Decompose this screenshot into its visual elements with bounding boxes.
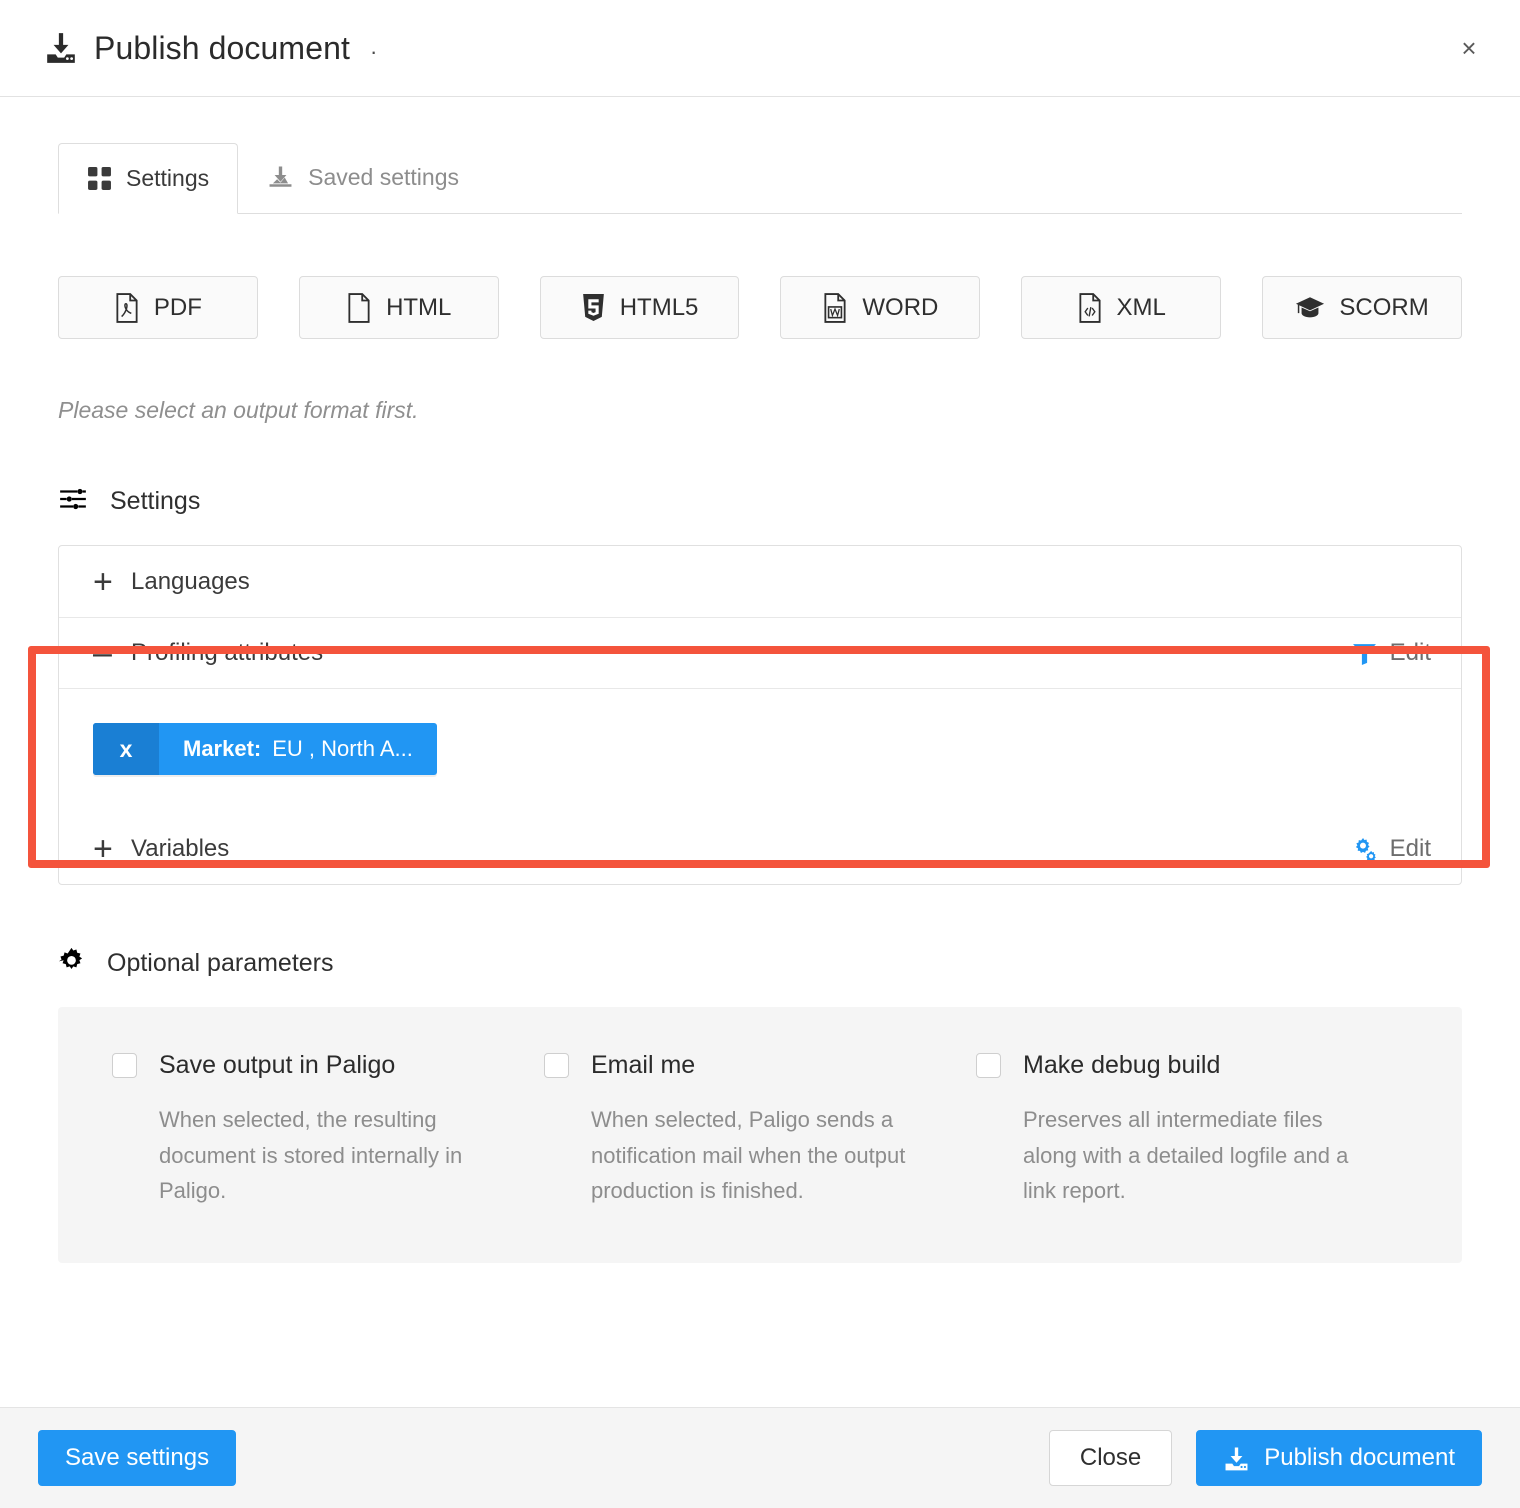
format-button-word-label: WORD	[862, 293, 939, 321]
optional-parameter-save-output-description: When selected, the resulting document is…	[159, 1107, 463, 1204]
format-button-pdf[interactable]: PDF	[58, 276, 258, 339]
format-button-scorm[interactable]: SCORM	[1262, 276, 1462, 339]
accordion-row-variables-label: Variables	[131, 834, 230, 862]
format-button-scorm-label: SCORM	[1339, 293, 1429, 321]
settings-section-header: Settings	[58, 486, 1462, 517]
dialog-footer: Save settings Close Publish document	[0, 1407, 1520, 1508]
profiling-tag-market[interactable]: x Market: EU , North A...	[93, 723, 437, 775]
publish-document-button-label: Publish document	[1264, 1444, 1455, 1471]
accordion-row-languages[interactable]: + Languages	[59, 546, 1461, 617]
format-button-html5[interactable]: HTML5	[539, 276, 740, 339]
checkbox-save-output-in-paligo-label: Save output in Paligo	[159, 1051, 396, 1079]
html5-shield-icon	[581, 293, 606, 322]
save-settings-button[interactable]: Save settings	[38, 1430, 237, 1486]
publish-download-icon	[1223, 1445, 1250, 1472]
accordion-row-variables[interactable]: + Variables Edit	[59, 813, 1461, 884]
optional-parameter-email-me-row: Email me	[544, 1051, 936, 1080]
checkbox-email-me[interactable]	[544, 1053, 569, 1078]
checkbox-make-debug-build-label: Make debug build	[1023, 1051, 1221, 1079]
page-title: Publish document	[94, 29, 350, 66]
settings-accordion: + Languages – Profiling attributes Edit	[58, 545, 1462, 885]
format-button-pdf-label: PDF	[153, 293, 202, 321]
profiling-tag-market-body: Market: EU , North A...	[159, 723, 437, 775]
edit-profiling-attributes-label: Edit	[1389, 639, 1431, 666]
footer-right-actions: Close Publish document	[1048, 1430, 1482, 1486]
checkbox-email-me-label: Email me	[591, 1051, 696, 1079]
format-button-html[interactable]: HTML	[298, 276, 499, 339]
optional-parameter-debug-build-row: Make debug build	[976, 1051, 1368, 1080]
edit-variables-label: Edit	[1389, 834, 1431, 862]
optional-parameter-debug-build-description: Preserves all intermediate files along w…	[1023, 1107, 1349, 1204]
accordion-row-languages-label: Languages	[131, 567, 250, 595]
word-file-icon	[822, 292, 848, 323]
optional-parameters-panel: Save output in Paligo When selected, the…	[58, 1007, 1462, 1263]
publish-document-button[interactable]: Publish document	[1196, 1430, 1482, 1486]
graduation-cap-icon	[1295, 295, 1325, 320]
edit-profiling-attributes-button[interactable]: Edit	[1352, 639, 1431, 667]
optional-parameter-email-me-description: When selected, Paligo sends a notificati…	[591, 1107, 906, 1204]
format-button-html5-label: HTML5	[619, 293, 699, 321]
profiling-tag-market-key: Market:	[183, 736, 262, 761]
pdf-file-icon	[114, 292, 140, 323]
minus-icon: –	[93, 634, 112, 672]
tab-settings[interactable]: Settings	[58, 143, 239, 214]
optional-parameter-debug-build: Make debug build Preserves all intermedi…	[976, 1051, 1408, 1209]
close-button[interactable]: Close	[1048, 1430, 1173, 1486]
tab-bar: Settings Saved settings	[58, 143, 1462, 214]
cogs-icon	[1352, 837, 1377, 860]
dialog-title-group: Publish document ·	[44, 30, 377, 67]
profiling-attributes-panel: x Market: EU , North A...	[59, 688, 1461, 813]
checkbox-save-output-in-paligo[interactable]	[112, 1053, 137, 1078]
xml-file-icon	[1077, 292, 1103, 323]
output-format-buttons: PDF HTML HTML5 WORD XML SCORM	[58, 276, 1462, 339]
saved-download-icon	[267, 164, 294, 191]
plus-icon: +	[93, 829, 113, 868]
format-button-html-label: HTML	[386, 293, 452, 321]
close-icon[interactable]: ×	[1452, 31, 1486, 65]
html-file-icon	[346, 292, 372, 323]
plus-icon: +	[93, 562, 113, 601]
edit-variables-button[interactable]: Edit	[1352, 835, 1431, 863]
output-format-hint: Please select an output format first.	[58, 397, 419, 423]
filter-funnel-icon	[1352, 642, 1377, 665]
grid-squares-icon	[87, 166, 112, 191]
gear-icon	[58, 947, 85, 979]
tab-saved-settings-label: Saved settings	[308, 164, 459, 190]
accordion-row-profiling-attributes-label: Profiling attributes	[131, 639, 324, 666]
optional-parameter-email-me: Email me When selected, Paligo sends a n…	[544, 1051, 976, 1209]
dialog-body: Settings Saved settings PDF HTML HTML5 W…	[0, 143, 1520, 1453]
publish-download-icon	[44, 31, 78, 65]
page-title-suffix: ·	[369, 39, 378, 64]
format-button-xml[interactable]: XML	[1021, 276, 1222, 339]
format-button-word[interactable]: WORD	[780, 276, 981, 339]
optional-parameters-title: Optional parameters	[107, 948, 334, 977]
settings-section-title: Settings	[110, 487, 201, 515]
publish-document-dialog: Publish document · × Settings Saved sett…	[0, 0, 1520, 1508]
dialog-header: Publish document · ×	[0, 0, 1520, 97]
sliders-icon	[58, 486, 88, 517]
optional-parameter-save-output-row: Save output in Paligo	[112, 1051, 504, 1080]
checkbox-make-debug-build[interactable]	[976, 1053, 1001, 1078]
remove-tag-icon[interactable]: x	[93, 723, 159, 775]
optional-parameters-header: Optional parameters	[58, 947, 1462, 979]
profiling-tag-market-value: EU , North A...	[272, 736, 413, 761]
format-button-xml-label: XML	[1116, 293, 1166, 321]
accordion-row-profiling-attributes[interactable]: – Profiling attributes Edit	[59, 617, 1461, 688]
optional-parameter-save-output: Save output in Paligo When selected, the…	[112, 1051, 544, 1209]
tab-saved-settings[interactable]: Saved settings	[238, 142, 488, 213]
tab-settings-label: Settings	[126, 165, 210, 191]
